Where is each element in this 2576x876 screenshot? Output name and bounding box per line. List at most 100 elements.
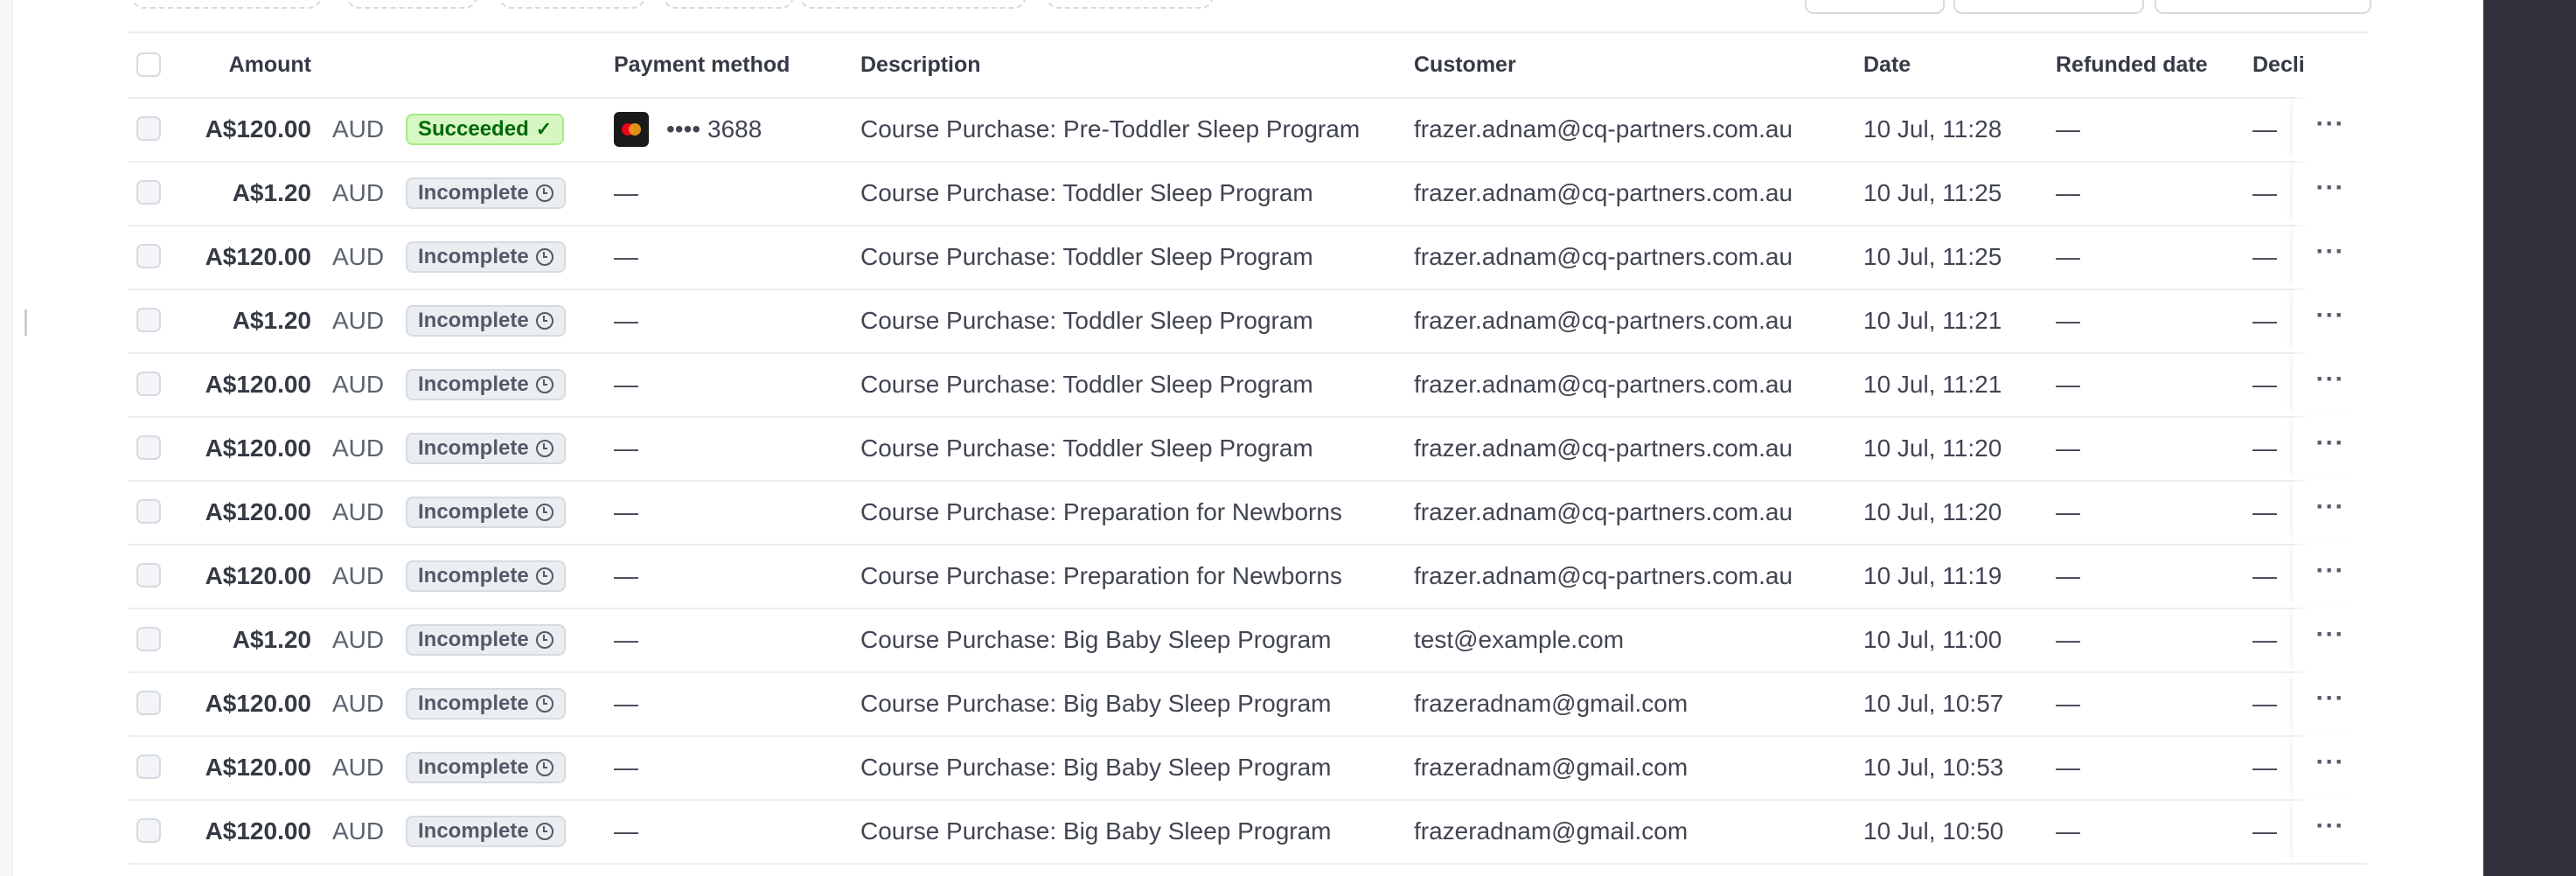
customer-email[interactable]: frazer.adnam@cq-partners.com.au bbox=[1414, 352, 1793, 416]
row-checkbox[interactable] bbox=[136, 818, 161, 843]
refunded-date: — bbox=[2056, 689, 2080, 717]
row-checkbox[interactable] bbox=[136, 563, 161, 587]
amount: A$120.00 bbox=[205, 497, 311, 525]
row-checkbox[interactable] bbox=[136, 435, 161, 460]
header-customer[interactable]: Customer bbox=[1414, 33, 1516, 97]
header-declined[interactable]: Decli bbox=[2252, 33, 2314, 97]
filter-chip[interactable] bbox=[131, 0, 322, 9]
resize-handle[interactable] bbox=[24, 309, 27, 336]
row-checkbox[interactable] bbox=[136, 116, 161, 141]
refunded-date: — bbox=[2056, 817, 2080, 845]
row-checkbox[interactable] bbox=[136, 754, 161, 779]
customer-email[interactable]: test@example.com bbox=[1414, 608, 1624, 671]
status-cell: Incomplete bbox=[406, 735, 566, 799]
mastercard-icon bbox=[614, 111, 649, 147]
table-row[interactable]: A$1.20 AUD Incomplete — Course Purchase:… bbox=[128, 289, 2368, 354]
payment-method-empty: — bbox=[614, 753, 638, 781]
header-payment-method[interactable]: Payment method bbox=[614, 33, 790, 97]
table-row[interactable]: A$120.00 AUD Incomplete — Course Purchas… bbox=[128, 416, 2368, 482]
clock-icon bbox=[535, 311, 553, 330]
status-cell: Incomplete bbox=[406, 608, 566, 671]
filter-chip[interactable] bbox=[346, 0, 477, 9]
status-label: Succeeded bbox=[418, 116, 529, 141]
customer-email[interactable]: frazer.adnam@cq-partners.com.au bbox=[1414, 161, 1793, 225]
refunded-date: — bbox=[2056, 115, 2080, 143]
status-cell: Incomplete bbox=[406, 352, 566, 416]
currency: AUD bbox=[332, 689, 385, 717]
row-actions-button[interactable]: ··· bbox=[2293, 225, 2368, 289]
description: Course Purchase: Toddler Sleep Program bbox=[860, 434, 1313, 462]
toolbar-button[interactable] bbox=[1805, 0, 1945, 14]
table-row[interactable]: A$1.20 AUD Incomplete — Course Purchase:… bbox=[128, 608, 2368, 673]
amount: A$120.00 bbox=[205, 434, 311, 462]
row-actions-button[interactable]: ··· bbox=[2293, 671, 2368, 735]
table-row[interactable]: A$120.00 AUD Incomplete — Course Purchas… bbox=[128, 480, 2368, 546]
amount: A$120.00 bbox=[205, 242, 311, 270]
payment-method-empty: — bbox=[614, 370, 638, 398]
header-amount[interactable]: Amount bbox=[163, 33, 311, 97]
customer-email[interactable]: frazer.adnam@cq-partners.com.au bbox=[1414, 480, 1793, 544]
header-description[interactable]: Description bbox=[860, 33, 981, 97]
clock-icon bbox=[535, 439, 553, 457]
toolbar-button[interactable] bbox=[1953, 0, 2144, 14]
checkmark-icon: ✓ bbox=[535, 117, 553, 140]
row-actions-button[interactable]: ··· bbox=[2293, 544, 2368, 608]
row-checkbox[interactable] bbox=[136, 499, 161, 524]
status-badge: Incomplete bbox=[406, 432, 566, 464]
select-all-checkbox[interactable] bbox=[136, 52, 161, 77]
table-row[interactable]: A$120.00 AUD Incomplete — Course Purchas… bbox=[128, 225, 2368, 290]
row-actions-button[interactable]: ··· bbox=[2293, 352, 2368, 416]
clock-icon bbox=[535, 758, 553, 776]
refunded-date: — bbox=[2056, 242, 2080, 270]
amount: A$120.00 bbox=[205, 753, 311, 781]
payment-method-empty: — bbox=[614, 561, 638, 589]
row-checkbox[interactable] bbox=[136, 627, 161, 651]
table-row[interactable]: A$1.20 AUD Incomplete — Course Purchase:… bbox=[128, 161, 2368, 226]
customer-email[interactable]: frazeradnam@gmail.com bbox=[1414, 671, 1688, 735]
payment-method: — bbox=[614, 544, 638, 608]
clock-icon bbox=[535, 375, 553, 393]
header-date[interactable]: Date bbox=[1863, 33, 1911, 97]
payment-method-empty: — bbox=[614, 817, 638, 845]
row-actions-button[interactable]: ··· bbox=[2293, 735, 2368, 799]
table-row[interactable]: A$120.00 AUD Incomplete — Course Purchas… bbox=[128, 735, 2368, 801]
row-actions-button[interactable]: ··· bbox=[2293, 289, 2368, 352]
customer-email[interactable]: frazeradnam@gmail.com bbox=[1414, 735, 1688, 799]
row-checkbox[interactable] bbox=[136, 308, 161, 332]
customer-email[interactable]: frazer.adnam@cq-partners.com.au bbox=[1414, 289, 1793, 352]
table-row[interactable]: A$120.00 AUD Incomplete — Course Purchas… bbox=[128, 544, 2368, 609]
row-checkbox[interactable] bbox=[136, 180, 161, 205]
customer-email[interactable]: frazer.adnam@cq-partners.com.au bbox=[1414, 544, 1793, 608]
table-row[interactable]: A$120.00 AUD Incomplete — Course Purchas… bbox=[128, 671, 2368, 737]
row-actions-button[interactable]: ··· bbox=[2293, 161, 2368, 225]
filter-chip[interactable] bbox=[498, 0, 645, 9]
row-actions-button[interactable]: ··· bbox=[2293, 416, 2368, 480]
row-actions-button[interactable]: ··· bbox=[2293, 608, 2368, 671]
table-row[interactable]: A$120.00 AUD Incomplete — Course Purchas… bbox=[128, 352, 2368, 418]
row-checkbox[interactable] bbox=[136, 244, 161, 268]
currency: AUD bbox=[332, 561, 385, 589]
status-cell: Incomplete bbox=[406, 225, 566, 289]
description: Course Purchase: Toddler Sleep Program bbox=[860, 178, 1313, 206]
currency: AUD bbox=[332, 115, 385, 143]
date: 10 Jul, 11:28 bbox=[1863, 115, 2002, 143]
customer-email[interactable]: frazer.adnam@cq-partners.com.au bbox=[1414, 225, 1793, 289]
row-actions-button[interactable]: ··· bbox=[2293, 480, 2368, 544]
more-icon: ··· bbox=[2315, 364, 2345, 393]
customer-email[interactable]: frazer.adnam@cq-partners.com.au bbox=[1414, 416, 1793, 480]
customer-email[interactable]: frazeradnam@gmail.com bbox=[1414, 799, 1688, 863]
customer-email[interactable]: frazer.adnam@cq-partners.com.au bbox=[1414, 97, 1793, 161]
table-row[interactable]: A$120.00 AUD Succeeded ✓ •••• 3688 Course… bbox=[128, 97, 2368, 163]
toolbar-button[interactable] bbox=[2155, 0, 2371, 14]
clock-icon bbox=[535, 184, 553, 202]
filter-chip[interactable] bbox=[1046, 0, 1214, 9]
row-actions-button[interactable]: ··· bbox=[2293, 97, 2368, 161]
filter-chip[interactable] bbox=[799, 0, 1027, 9]
filter-chip[interactable] bbox=[663, 0, 794, 9]
refunded-date: — bbox=[2056, 434, 2080, 462]
header-refunded-date[interactable]: Refunded date bbox=[2056, 33, 2208, 97]
row-checkbox[interactable] bbox=[136, 372, 161, 396]
row-checkbox[interactable] bbox=[136, 691, 161, 715]
row-actions-button[interactable]: ··· bbox=[2293, 799, 2368, 863]
table-row[interactable]: A$120.00 AUD Incomplete — Course Purchas… bbox=[128, 799, 2368, 865]
